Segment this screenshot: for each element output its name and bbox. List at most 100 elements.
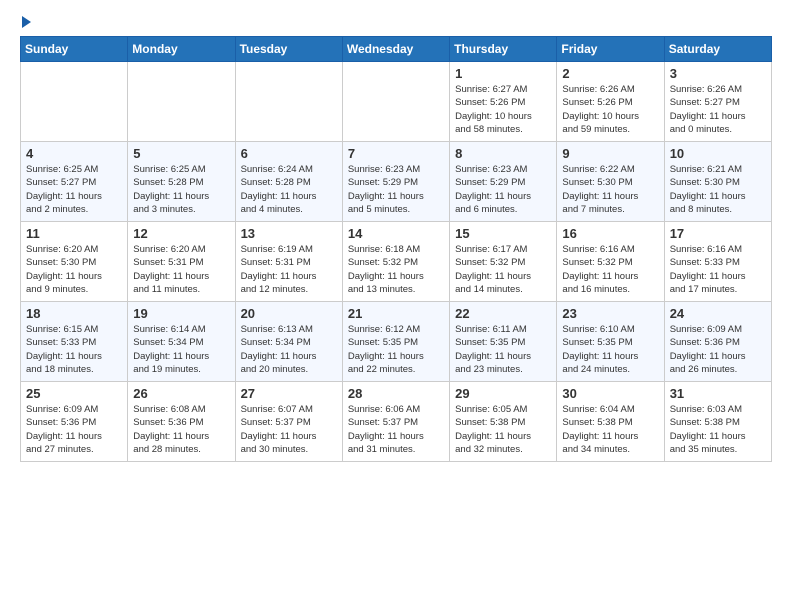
- day-info: Sunrise: 6:09 AM Sunset: 5:36 PM Dayligh…: [670, 323, 766, 376]
- day-number: 20: [241, 306, 337, 321]
- page-header: [20, 16, 772, 28]
- day-number: 16: [562, 226, 658, 241]
- day-number: 14: [348, 226, 444, 241]
- calendar-header-sunday: Sunday: [21, 37, 128, 62]
- calendar-cell: 9 Sunrise: 6:22 AM Sunset: 5:30 PM Daylig…: [557, 142, 664, 222]
- calendar-cell: 10 Sunrise: 6:21 AM Sunset: 5:30 PM Dayli…: [664, 142, 771, 222]
- day-info: Sunrise: 6:23 AM Sunset: 5:29 PM Dayligh…: [455, 163, 551, 216]
- logo-icon: [22, 16, 31, 28]
- day-info: Sunrise: 6:26 AM Sunset: 5:26 PM Dayligh…: [562, 83, 658, 136]
- calendar-cell: 21 Sunrise: 6:12 AM Sunset: 5:35 PM Dayli…: [342, 302, 449, 382]
- day-info: Sunrise: 6:20 AM Sunset: 5:31 PM Dayligh…: [133, 243, 229, 296]
- calendar-cell: 14 Sunrise: 6:18 AM Sunset: 5:32 PM Dayli…: [342, 222, 449, 302]
- calendar-cell: 6 Sunrise: 6:24 AM Sunset: 5:28 PM Daylig…: [235, 142, 342, 222]
- day-number: 3: [670, 66, 766, 81]
- calendar-header-row: SundayMondayTuesdayWednesdayThursdayFrid…: [21, 37, 772, 62]
- day-info: Sunrise: 6:06 AM Sunset: 5:37 PM Dayligh…: [348, 403, 444, 456]
- day-number: 18: [26, 306, 122, 321]
- day-info: Sunrise: 6:24 AM Sunset: 5:28 PM Dayligh…: [241, 163, 337, 216]
- calendar-cell: [235, 62, 342, 142]
- day-info: Sunrise: 6:13 AM Sunset: 5:34 PM Dayligh…: [241, 323, 337, 376]
- day-number: 21: [348, 306, 444, 321]
- calendar-header-monday: Monday: [128, 37, 235, 62]
- day-number: 17: [670, 226, 766, 241]
- day-info: Sunrise: 6:09 AM Sunset: 5:36 PM Dayligh…: [26, 403, 122, 456]
- day-info: Sunrise: 6:18 AM Sunset: 5:32 PM Dayligh…: [348, 243, 444, 296]
- calendar-body: 1Sunrise: 6:27 AM Sunset: 5:26 PM Daylig…: [21, 62, 772, 462]
- calendar-week-4: 18 Sunrise: 6:15 AM Sunset: 5:33 PM Dayli…: [21, 302, 772, 382]
- day-info: Sunrise: 6:20 AM Sunset: 5:30 PM Dayligh…: [26, 243, 122, 296]
- calendar-cell: [342, 62, 449, 142]
- calendar-cell: 29 Sunrise: 6:05 AM Sunset: 5:38 PM Dayli…: [450, 382, 557, 462]
- logo: [20, 16, 31, 28]
- day-number: 22: [455, 306, 551, 321]
- day-info: Sunrise: 6:12 AM Sunset: 5:35 PM Dayligh…: [348, 323, 444, 376]
- day-number: 8: [455, 146, 551, 161]
- calendar-cell: 24 Sunrise: 6:09 AM Sunset: 5:36 PM Dayli…: [664, 302, 771, 382]
- day-info: Sunrise: 6:04 AM Sunset: 5:38 PM Dayligh…: [562, 403, 658, 456]
- day-number: 19: [133, 306, 229, 321]
- day-number: 31: [670, 386, 766, 401]
- calendar-cell: 3Sunrise: 6:26 AM Sunset: 5:27 PM Daylig…: [664, 62, 771, 142]
- day-number: 23: [562, 306, 658, 321]
- calendar-cell: 4 Sunrise: 6:25 AM Sunset: 5:27 PM Daylig…: [21, 142, 128, 222]
- calendar-header-tuesday: Tuesday: [235, 37, 342, 62]
- calendar-header-wednesday: Wednesday: [342, 37, 449, 62]
- calendar-cell: 27Sunrise: 6:07 AM Sunset: 5:37 PM Dayli…: [235, 382, 342, 462]
- calendar-cell: 2Sunrise: 6:26 AM Sunset: 5:26 PM Daylig…: [557, 62, 664, 142]
- calendar-cell: 16 Sunrise: 6:16 AM Sunset: 5:32 PM Dayli…: [557, 222, 664, 302]
- calendar-header-thursday: Thursday: [450, 37, 557, 62]
- calendar-week-3: 11 Sunrise: 6:20 AM Sunset: 5:30 PM Dayli…: [21, 222, 772, 302]
- calendar-cell: 23 Sunrise: 6:10 AM Sunset: 5:35 PM Dayli…: [557, 302, 664, 382]
- day-info: Sunrise: 6:03 AM Sunset: 5:38 PM Dayligh…: [670, 403, 766, 456]
- day-number: 6: [241, 146, 337, 161]
- day-number: 30: [562, 386, 658, 401]
- day-info: Sunrise: 6:17 AM Sunset: 5:32 PM Dayligh…: [455, 243, 551, 296]
- calendar-cell: 11 Sunrise: 6:20 AM Sunset: 5:30 PM Dayli…: [21, 222, 128, 302]
- day-number: 24: [670, 306, 766, 321]
- day-info: Sunrise: 6:10 AM Sunset: 5:35 PM Dayligh…: [562, 323, 658, 376]
- day-info: Sunrise: 6:14 AM Sunset: 5:34 PM Dayligh…: [133, 323, 229, 376]
- calendar-cell: 31 Sunrise: 6:03 AM Sunset: 5:38 PM Dayli…: [664, 382, 771, 462]
- calendar-cell: [21, 62, 128, 142]
- day-info: Sunrise: 6:05 AM Sunset: 5:38 PM Dayligh…: [455, 403, 551, 456]
- day-number: 9: [562, 146, 658, 161]
- calendar-header-saturday: Saturday: [664, 37, 771, 62]
- calendar-week-5: 25 Sunrise: 6:09 AM Sunset: 5:36 PM Dayli…: [21, 382, 772, 462]
- calendar-cell: 5Sunrise: 6:25 AM Sunset: 5:28 PM Daylig…: [128, 142, 235, 222]
- day-info: Sunrise: 6:15 AM Sunset: 5:33 PM Dayligh…: [26, 323, 122, 376]
- day-number: 28: [348, 386, 444, 401]
- day-number: 4: [26, 146, 122, 161]
- day-info: Sunrise: 6:25 AM Sunset: 5:27 PM Dayligh…: [26, 163, 122, 216]
- day-info: Sunrise: 6:16 AM Sunset: 5:32 PM Dayligh…: [562, 243, 658, 296]
- calendar-cell: 30 Sunrise: 6:04 AM Sunset: 5:38 PM Dayli…: [557, 382, 664, 462]
- day-number: 11: [26, 226, 122, 241]
- calendar-cell: 17 Sunrise: 6:16 AM Sunset: 5:33 PM Dayli…: [664, 222, 771, 302]
- day-number: 26: [133, 386, 229, 401]
- day-number: 25: [26, 386, 122, 401]
- calendar-cell: 7 Sunrise: 6:23 AM Sunset: 5:29 PM Daylig…: [342, 142, 449, 222]
- calendar-cell: [128, 62, 235, 142]
- calendar-week-1: 1Sunrise: 6:27 AM Sunset: 5:26 PM Daylig…: [21, 62, 772, 142]
- calendar-cell: 20 Sunrise: 6:13 AM Sunset: 5:34 PM Dayli…: [235, 302, 342, 382]
- day-info: Sunrise: 6:08 AM Sunset: 5:36 PM Dayligh…: [133, 403, 229, 456]
- calendar-cell: 13Sunrise: 6:19 AM Sunset: 5:31 PM Dayli…: [235, 222, 342, 302]
- day-number: 10: [670, 146, 766, 161]
- day-number: 13: [241, 226, 337, 241]
- day-info: Sunrise: 6:23 AM Sunset: 5:29 PM Dayligh…: [348, 163, 444, 216]
- calendar-cell: 12Sunrise: 6:20 AM Sunset: 5:31 PM Dayli…: [128, 222, 235, 302]
- calendar-cell: 26 Sunrise: 6:08 AM Sunset: 5:36 PM Dayli…: [128, 382, 235, 462]
- calendar-cell: 28 Sunrise: 6:06 AM Sunset: 5:37 PM Dayli…: [342, 382, 449, 462]
- calendar-week-2: 4 Sunrise: 6:25 AM Sunset: 5:27 PM Daylig…: [21, 142, 772, 222]
- calendar-table: SundayMondayTuesdayWednesdayThursdayFrid…: [20, 36, 772, 462]
- day-number: 7: [348, 146, 444, 161]
- calendar-cell: 15Sunrise: 6:17 AM Sunset: 5:32 PM Dayli…: [450, 222, 557, 302]
- day-info: Sunrise: 6:22 AM Sunset: 5:30 PM Dayligh…: [562, 163, 658, 216]
- day-info: Sunrise: 6:21 AM Sunset: 5:30 PM Dayligh…: [670, 163, 766, 216]
- day-info: Sunrise: 6:16 AM Sunset: 5:33 PM Dayligh…: [670, 243, 766, 296]
- day-number: 29: [455, 386, 551, 401]
- day-info: Sunrise: 6:25 AM Sunset: 5:28 PM Dayligh…: [133, 163, 229, 216]
- day-info: Sunrise: 6:27 AM Sunset: 5:26 PM Dayligh…: [455, 83, 551, 136]
- calendar-cell: 1Sunrise: 6:27 AM Sunset: 5:26 PM Daylig…: [450, 62, 557, 142]
- calendar-header-friday: Friday: [557, 37, 664, 62]
